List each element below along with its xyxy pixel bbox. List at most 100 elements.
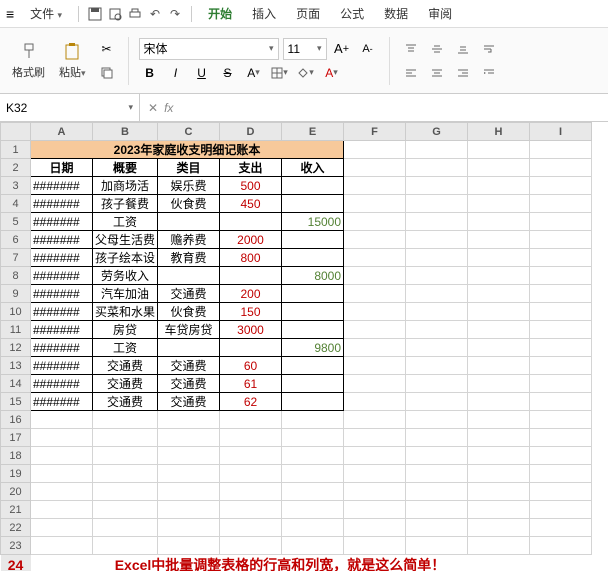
summary-cell[interactable]: 孩子绘本设 [93,249,158,267]
empty-cell[interactable] [530,519,592,537]
empty-cell[interactable] [530,465,592,483]
empty-cell[interactable] [406,483,468,501]
strike-button[interactable]: S [217,62,239,84]
empty-cell[interactable] [406,519,468,537]
empty-cell[interactable] [282,465,344,483]
cancel-formula-button[interactable]: ✕ [148,101,158,115]
save-icon[interactable] [87,6,103,22]
empty-cell[interactable] [344,465,406,483]
row-header[interactable]: 9 [1,285,31,303]
undo-icon[interactable]: ↶ [147,6,163,22]
date-cell[interactable]: ####### [31,213,93,231]
category-cell[interactable]: 交通费 [158,285,220,303]
align-center-button[interactable] [426,62,448,84]
table-header-cell[interactable]: 收入 [282,159,344,177]
empty-cell[interactable] [158,411,220,429]
row-header[interactable]: 19 [1,465,31,483]
summary-cell[interactable]: 交通费 [93,393,158,411]
empty-cell[interactable] [344,537,406,555]
summary-cell[interactable]: 劳务收入 [93,267,158,285]
category-cell[interactable]: 交通费 [158,375,220,393]
tab-review[interactable]: 审阅 [420,1,460,26]
empty-cell[interactable] [530,537,592,555]
empty-cell[interactable] [31,483,93,501]
redo-icon[interactable]: ↷ [167,6,183,22]
summary-cell[interactable]: 买菜和水果 [93,303,158,321]
tab-formula[interactable]: 公式 [332,1,372,26]
row-header[interactable]: 7 [1,249,31,267]
income-cell[interactable]: 8000 [282,267,344,285]
row-header[interactable]: 13 [1,357,31,375]
date-cell[interactable]: ####### [31,267,93,285]
italic-button[interactable]: I [165,62,187,84]
date-cell[interactable]: ####### [31,357,93,375]
wrap-text-button[interactable] [478,38,500,60]
category-cell[interactable]: 娱乐费 [158,177,220,195]
title-cell[interactable]: 2023年家庭收支明细记账本 [31,141,344,159]
date-cell[interactable]: ####### [31,177,93,195]
empty-cell[interactable] [31,429,93,447]
summary-cell[interactable]: 孩子餐费 [93,195,158,213]
empty-cell[interactable] [93,429,158,447]
empty-cell[interactable] [468,483,530,501]
bold-button[interactable]: B [139,62,161,84]
table-header-cell[interactable]: 类目 [158,159,220,177]
empty-cell[interactable] [158,429,220,447]
expense-cell[interactable] [220,339,282,357]
category-cell[interactable]: 车贷房贷 [158,321,220,339]
column-header[interactable]: B [93,123,158,141]
empty-cell[interactable] [93,465,158,483]
income-cell[interactable] [282,321,344,339]
empty-cell[interactable] [31,411,93,429]
fx-button[interactable]: fx [164,101,173,115]
expense-cell[interactable]: 60 [220,357,282,375]
file-menu[interactable]: 文件 ▾ [22,1,70,26]
category-cell[interactable]: 交通费 [158,357,220,375]
expense-cell[interactable]: 500 [220,177,282,195]
date-cell[interactable]: ####### [31,375,93,393]
empty-cell[interactable] [468,429,530,447]
expense-cell[interactable]: 200 [220,285,282,303]
expense-cell[interactable] [220,213,282,231]
row-header[interactable]: 20 [1,483,31,501]
income-cell[interactable]: 9800 [282,339,344,357]
row-header[interactable]: 22 [1,519,31,537]
empty-cell[interactable] [530,447,592,465]
empty-cell[interactable] [220,483,282,501]
empty-cell[interactable] [468,411,530,429]
empty-cell[interactable] [468,501,530,519]
expense-cell[interactable]: 62 [220,393,282,411]
income-cell[interactable]: 15000 [282,213,344,231]
income-cell[interactable] [282,195,344,213]
empty-cell[interactable] [344,447,406,465]
empty-cell[interactable] [93,501,158,519]
empty-cell[interactable] [282,429,344,447]
category-cell[interactable] [158,267,220,285]
tab-data[interactable]: 数据 [376,1,416,26]
font-size-select[interactable]: 11▾ [283,38,327,60]
empty-cell[interactable] [344,429,406,447]
row-header[interactable]: 5 [1,213,31,231]
empty-cell[interactable] [220,537,282,555]
tab-start[interactable]: 开始 [200,1,240,26]
expense-cell[interactable] [220,267,282,285]
row-header[interactable]: 21 [1,501,31,519]
font-color-2-button[interactable]: A▾ [321,62,343,84]
expense-cell[interactable]: 61 [220,375,282,393]
income-cell[interactable] [282,249,344,267]
hamburger-icon[interactable]: ≡ [6,6,14,22]
category-cell[interactable]: 教育费 [158,249,220,267]
row-header[interactable]: 23 [1,537,31,555]
empty-cell[interactable] [530,483,592,501]
align-top-button[interactable] [400,38,422,60]
row-header[interactable]: 11 [1,321,31,339]
date-cell[interactable]: ####### [31,393,93,411]
row-header[interactable]: 4 [1,195,31,213]
income-cell[interactable] [282,375,344,393]
expense-cell[interactable]: 800 [220,249,282,267]
row-header[interactable]: 12 [1,339,31,357]
empty-cell[interactable] [406,411,468,429]
border-button[interactable]: ▾ [269,62,291,84]
row-header[interactable]: 6 [1,231,31,249]
spreadsheet-grid[interactable]: ABCDEFGHI12023年家庭收支明细记账本2日期概要类目支出收入3####… [0,122,608,571]
